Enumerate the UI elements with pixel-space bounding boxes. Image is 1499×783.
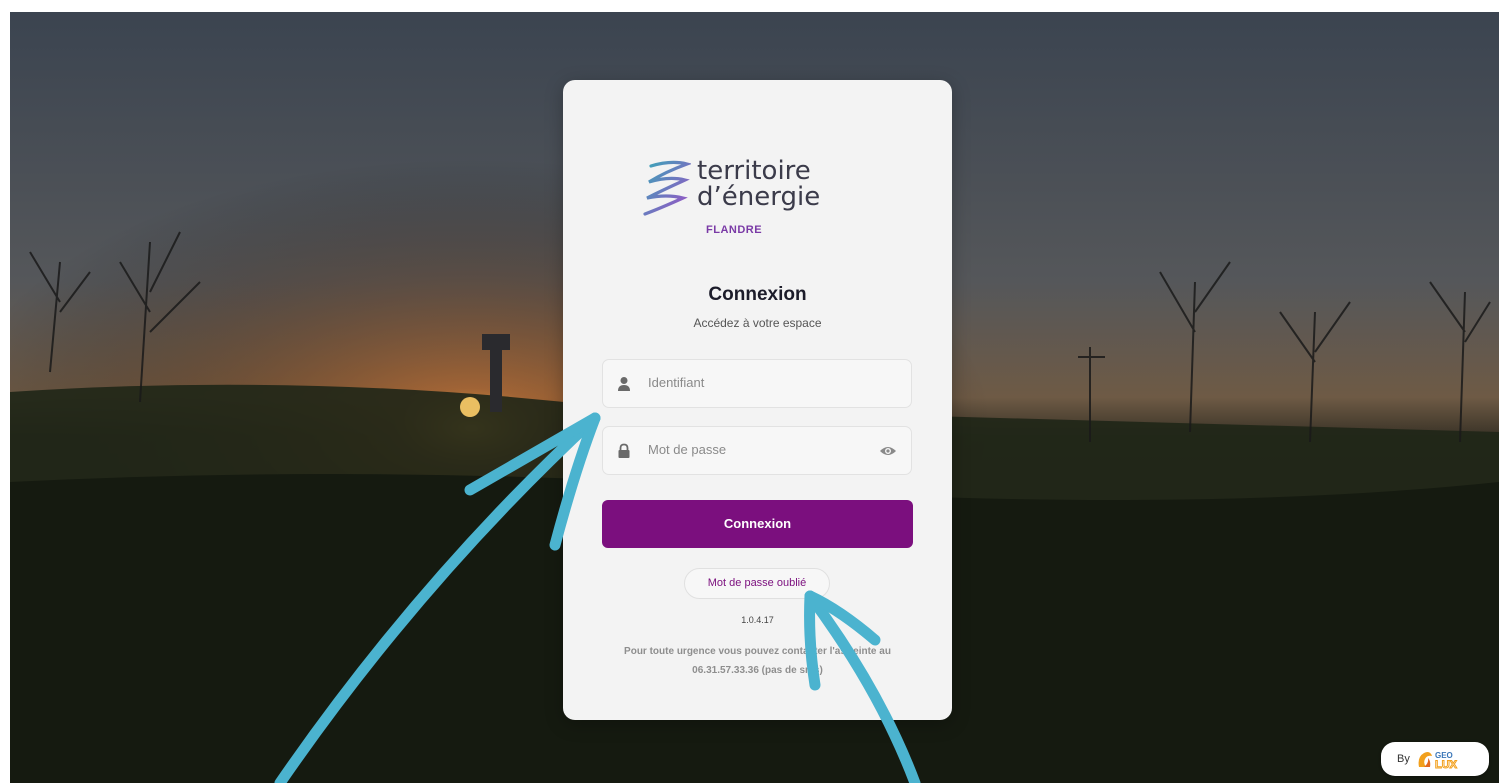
user-icon (618, 377, 630, 391)
geolux-badge[interactable]: By GEO LUX (1381, 742, 1489, 776)
forgot-password-link[interactable]: Mot de passe oublié (684, 568, 830, 599)
password-field[interactable]: Mot de passe (602, 426, 912, 475)
logo: territoire d’énergie FLANDRE (641, 152, 881, 252)
brand-bottom-text: LUX (1435, 759, 1458, 771)
page-title: Connexion (708, 284, 807, 305)
badge-by-label: By (1397, 753, 1410, 765)
eye-icon[interactable] (879, 444, 897, 458)
logo-line-1: territoire (697, 156, 811, 186)
logo-subtitle: FLANDRE (706, 224, 763, 236)
username-field[interactable]: Identifiant (602, 359, 912, 408)
lock-icon (618, 443, 630, 458)
page-subtitle: Accédez à votre espace (693, 316, 822, 330)
logo-text: territoire d’énergie (697, 158, 820, 210)
energy-wave-icon (643, 160, 691, 216)
emergency-contact-text: Pour toute urgence vous pouvez contacter… (624, 646, 891, 676)
geolux-logo-icon: GEO LUX (1418, 751, 1458, 771)
password-placeholder: Mot de passe (648, 442, 727, 457)
connexion-button[interactable]: Connexion (602, 500, 913, 548)
username-placeholder: Identifiant (648, 375, 705, 390)
logo-line-2: d’énergie (697, 182, 821, 212)
version-label: 1.0.4.17 (741, 615, 774, 625)
login-card: territoire d’énergie FLANDRE Connexion A… (563, 80, 952, 720)
